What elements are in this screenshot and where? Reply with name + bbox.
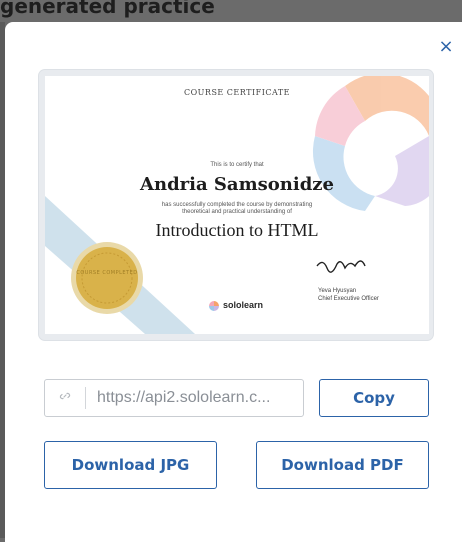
- seal-inner: [76, 247, 138, 309]
- sololearn-logo-icon: [209, 301, 219, 311]
- background-page-title: generated practice: [0, 0, 215, 18]
- close-icon[interactable]: ×: [434, 35, 458, 59]
- certificate-kicker: COURSE CERTIFICATE: [184, 88, 290, 97]
- copy-link-button[interactable]: Copy: [319, 379, 429, 417]
- download-pdf-button[interactable]: Download PDF: [256, 441, 429, 489]
- certificate-image: COURSE CERTIFICATE This is to certify th…: [45, 76, 429, 334]
- certificate-course-name: Introduction to HTML: [155, 220, 319, 240]
- certificate-signer-name: Yeva Hyusyan: [318, 288, 357, 294]
- certificate-brand-name: sololearn: [223, 300, 264, 310]
- seal-text: COURSE COMPLETED: [76, 270, 138, 276]
- link-icon: [57, 390, 73, 406]
- certificate-statement-line1: has successfully completed the course by…: [161, 202, 313, 208]
- certificate-signer-title: Chief Executive Officer: [318, 296, 379, 302]
- certificate-intro: This is to certify that: [210, 162, 264, 168]
- download-jpg-button[interactable]: Download JPG: [44, 441, 217, 489]
- signature-mark: [316, 260, 366, 273]
- certificate-recipient-name: Andria Samsonidze: [140, 174, 334, 195]
- link-field-divider: [85, 387, 86, 409]
- certificate-link-field: [44, 379, 304, 417]
- certificate-statement-line2: theoretical and practical understanding …: [182, 209, 292, 215]
- certificate-link-input[interactable]: [97, 380, 297, 416]
